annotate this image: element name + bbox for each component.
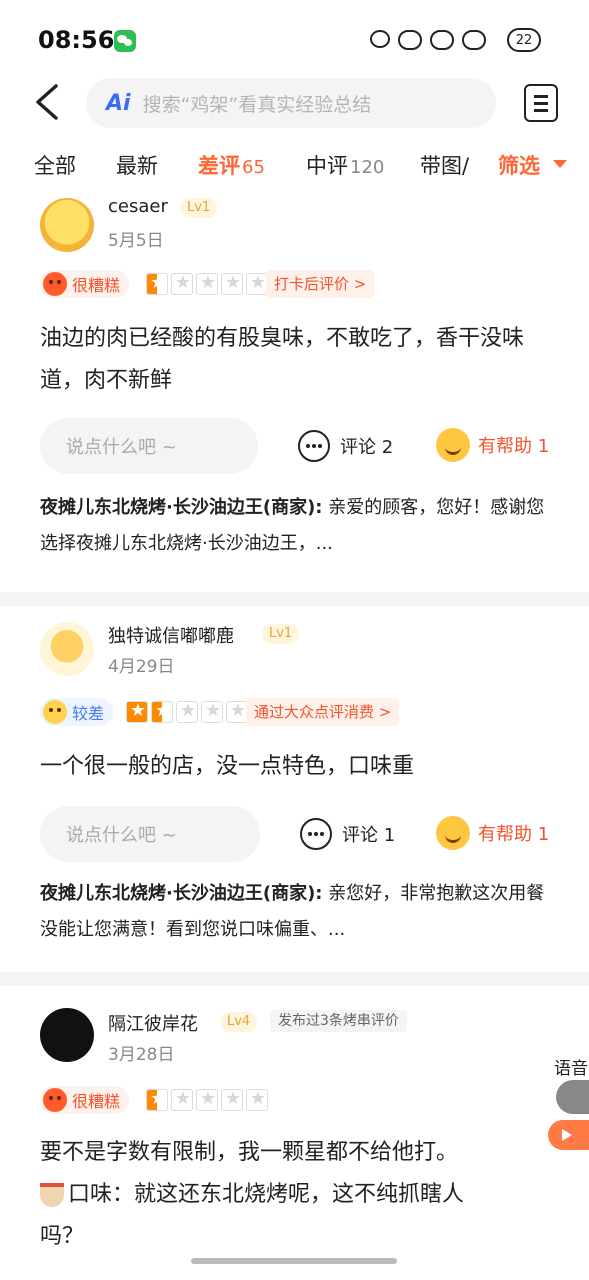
review-item: 独特诚信嘟嘟鹿 Lv1 4月29日 较差 通过大众点评消费 > 一个很一般的店，…: [0, 606, 589, 986]
filter-label: 筛选: [498, 154, 540, 178]
star-icon: [226, 701, 248, 723]
review-date: 5月5日: [108, 231, 164, 251]
star-icon: [151, 701, 173, 723]
review-text[interactable]: 油边的肉已经酸的有股臭味，不敢吃了，香干没味道，肉不新鲜: [40, 318, 550, 402]
comments-button[interactable]: 评论 2: [298, 430, 393, 462]
angry-face-icon: [43, 1088, 67, 1112]
star-rating: [126, 701, 248, 723]
source-tag[interactable]: 打卡后评价 >: [266, 270, 375, 298]
smiley-icon: [436, 428, 470, 462]
rating-chip: 很糟糕: [40, 1086, 130, 1114]
star-icon: [246, 1089, 268, 1111]
avatar[interactable]: [40, 622, 94, 676]
avatar[interactable]: [40, 198, 94, 252]
home-indicator[interactable]: [191, 1258, 397, 1264]
back-arrow-icon[interactable]: [30, 82, 66, 122]
star-icon: [146, 273, 168, 295]
review-date: 3月28日: [108, 1045, 175, 1065]
signal-icon-2: [430, 30, 454, 50]
level-badge: Lv1: [262, 624, 300, 644]
signal-icon: [398, 30, 422, 50]
star-icon: [171, 1089, 193, 1111]
star-icon: [196, 273, 218, 295]
voice-label: 语音: [554, 1059, 588, 1079]
filter-tabs: 全部 最新 差评 65 中评 120 带图/ 筛选: [0, 140, 589, 192]
username[interactable]: 隔江彼岸花: [108, 1010, 198, 1036]
star-icon: [171, 273, 193, 295]
tab-negative[interactable]: 差评 65: [198, 150, 265, 180]
battery-indicator: 22: [507, 28, 541, 52]
caret-down-icon: [553, 160, 567, 168]
merchant-reply[interactable]: 夜摊儿东北烧烤·长沙油边王(商家): 亲爱的顾客，您好！感谢您选择夜摊儿东北烧烤…: [40, 490, 555, 562]
tab-latest[interactable]: 最新: [116, 150, 158, 180]
comment-icon: [300, 818, 332, 850]
review-item: cesaer Lv1 5月5日 很糟糕 打卡后评价 > 油边的肉已经酸的有股臭味…: [0, 192, 589, 592]
avatar[interactable]: [40, 1008, 94, 1062]
status-bar: 08:56 22: [0, 0, 589, 72]
level-badge: Lv4: [220, 1012, 258, 1032]
wifi-icon: [462, 30, 486, 50]
frown-face-icon: [43, 700, 67, 724]
merchant-reply[interactable]: 夜摊儿东北烧烤·长沙油边王(商家): 亲您好，非常抱歉这次用餐没能让您满意！看到…: [40, 876, 555, 948]
helpful-button[interactable]: 有帮助 1: [436, 428, 549, 462]
review-text[interactable]: 要不是字数有限制，我一颗星都不给他打。 口味：就这还东北烧烤呢，这不纯抓瞎人 吗…: [40, 1132, 560, 1258]
rating-chip: 较差: [40, 698, 114, 726]
source-tag[interactable]: 通过大众点评消费 >: [246, 698, 400, 726]
divider: [0, 972, 589, 986]
star-icon: [221, 273, 243, 295]
tab-with-photos[interactable]: 带图/: [420, 150, 469, 180]
star-rating: [146, 1089, 268, 1111]
status-icons: [370, 30, 486, 50]
star-icon: [146, 1089, 168, 1111]
list-menu-icon[interactable]: [524, 84, 558, 122]
flower-icon: [370, 30, 390, 48]
filter-button[interactable]: 筛选: [490, 140, 589, 192]
angry-face-icon: [43, 272, 67, 296]
review-item: 隔江彼岸花 Lv4 发布过3条烤串评价 3月28日 很糟糕 要不是字数有限制，我…: [0, 986, 589, 1266]
wechat-icon: [114, 30, 136, 52]
helpful-button[interactable]: 有帮助 1: [436, 816, 549, 850]
star-rating: [146, 273, 268, 295]
post-count-note: 发布过3条烤串评价: [270, 1010, 407, 1032]
tab-neutral[interactable]: 中评 120: [306, 150, 384, 180]
level-badge: Lv1: [180, 198, 218, 218]
username[interactable]: cesaer: [108, 196, 168, 217]
search-placeholder: 搜索“鸡架”看真实经验总结: [142, 93, 372, 116]
review-text[interactable]: 一个很一般的店，没一点特色，口味重: [40, 746, 550, 788]
tab-all[interactable]: 全部: [34, 150, 76, 180]
comment-icon: [298, 430, 330, 462]
review-date: 4月29日: [108, 657, 175, 677]
star-icon: [126, 701, 148, 723]
divider: [0, 592, 589, 606]
ai-icon: Ai: [106, 90, 131, 116]
star-icon: [221, 1089, 243, 1111]
header: Ai 搜索“鸡架”看真实经验总结: [0, 72, 589, 134]
comment-input[interactable]: 说点什么吧 ~: [40, 418, 258, 474]
bowl-emoji-icon: [40, 1183, 64, 1207]
voice-widget[interactable]: 语音: [548, 1040, 589, 1160]
comment-input[interactable]: 说点什么吧 ~: [40, 806, 260, 862]
play-icon[interactable]: [548, 1120, 589, 1150]
star-icon: [176, 701, 198, 723]
star-icon: [201, 701, 223, 723]
rating-chip: 很糟糕: [40, 270, 130, 298]
smiley-icon: [436, 816, 470, 850]
voice-thumbnail[interactable]: [556, 1080, 589, 1114]
status-time: 08:56: [38, 26, 115, 54]
username[interactable]: 独特诚信嘟嘟鹿: [108, 622, 234, 648]
star-icon: [196, 1089, 218, 1111]
search-input[interactable]: Ai 搜索“鸡架”看真实经验总结: [86, 78, 496, 128]
star-icon: [246, 273, 268, 295]
comments-button[interactable]: 评论 1: [300, 818, 395, 850]
